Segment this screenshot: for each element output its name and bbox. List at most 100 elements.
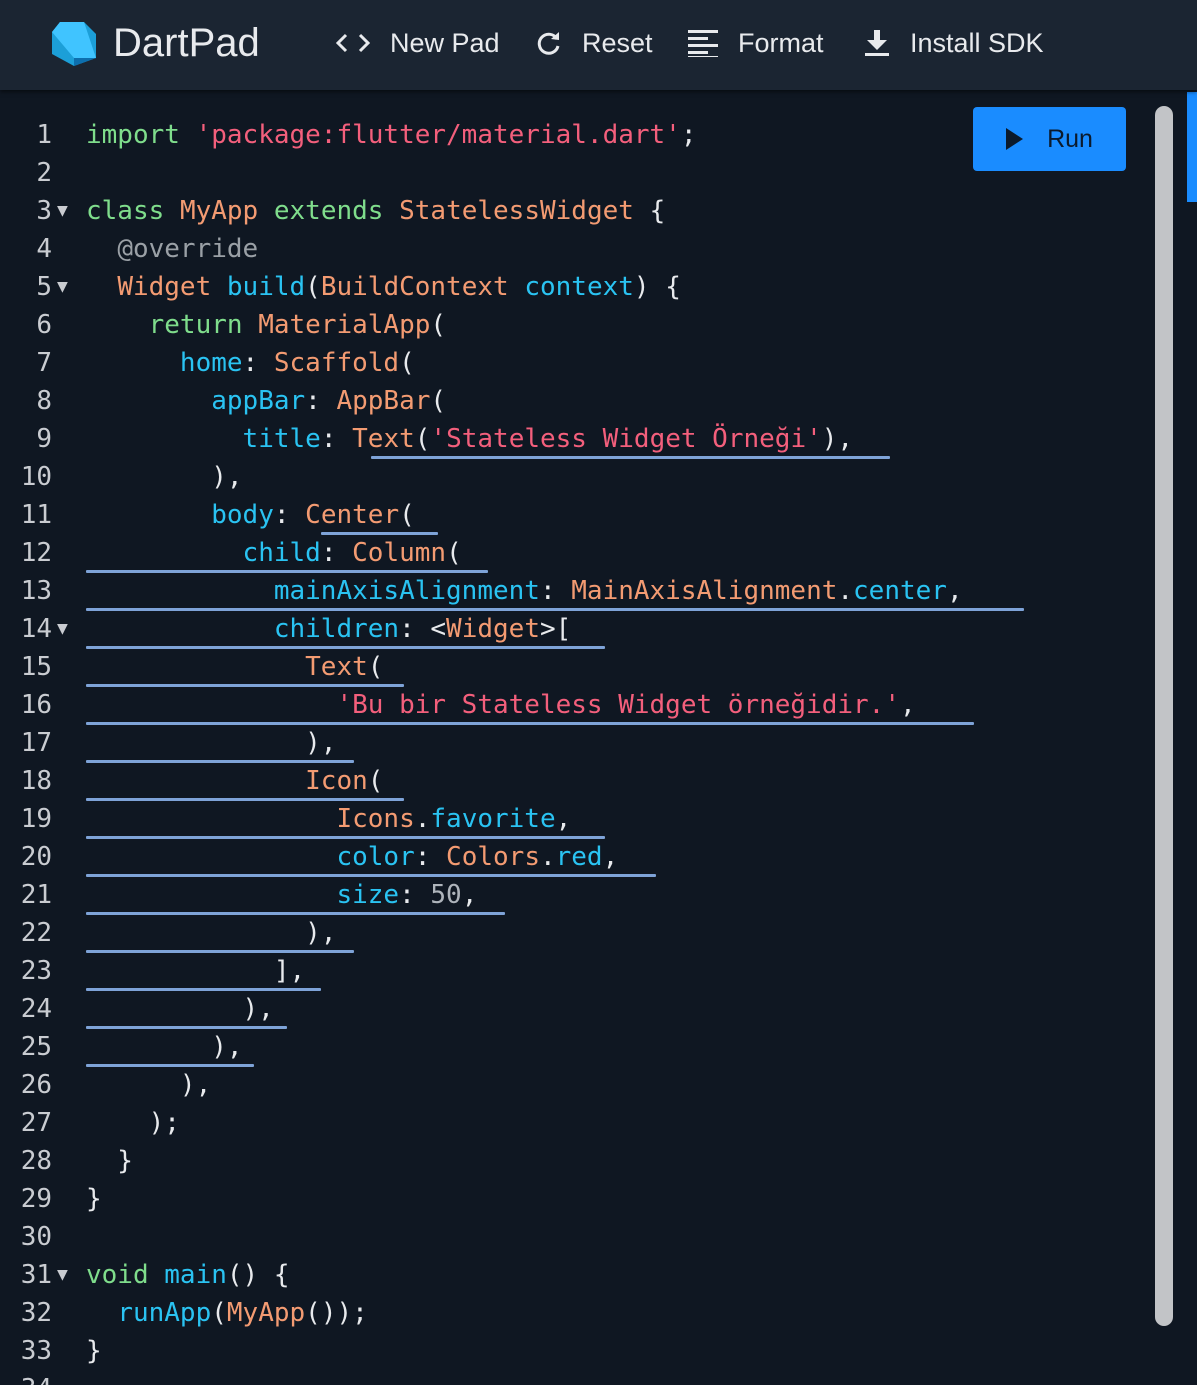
line-number: 16 [20,690,52,720]
gutter-line: 12 [0,534,80,572]
code-token: >[ [539,614,572,644]
code-token: { [633,196,666,226]
install-sdk-button[interactable]: Install SDK [864,20,1044,66]
line-number: 11 [20,500,52,530]
lint-underline [86,646,606,649]
code-token: : [242,348,274,378]
code-line: } [86,1180,102,1218]
line-number: 13 [20,576,52,606]
code-token: ( [211,1298,227,1328]
line-number: 10 [20,462,52,492]
code-token: ), [86,1070,212,1100]
gutter-line: 5 ▼ [0,268,80,306]
code-line: void main() { [86,1256,290,1294]
gutter-line: 4 [0,230,80,268]
code-token: ( [414,424,431,454]
code-token: , [461,880,478,910]
code-token: : [273,500,306,530]
code-line: Text( [86,648,383,686]
line-number: 14 [20,614,52,644]
gutter-line: 25 [0,1028,80,1066]
gutter-line: 31 ▼ [0,1256,80,1294]
format-button[interactable]: Format [688,20,824,66]
run-label: Run [1047,124,1093,153]
code-token: ( [399,500,415,530]
code-brackets-icon [336,31,370,55]
line-number: 17 [20,728,52,758]
gutter-line: 34 [0,1370,80,1385]
code-line: home: Scaffold( [86,344,415,382]
code-line: color: Colors.red, [86,838,618,876]
code-token: AppBar [336,386,431,416]
code-token: ; [680,120,697,150]
code-token: Text [305,652,368,682]
gutter-line: 13 [0,572,80,610]
page-scrollbar[interactable] [1183,92,1197,1385]
code-token: ( [305,272,321,302]
code-token: favorite [430,804,556,834]
code-token: child [242,538,321,568]
code-token: : [305,386,337,416]
code-token: class [86,196,165,226]
gutter-line: 3 ▼ [0,192,80,230]
line-number: 5 [36,272,52,302]
page-scroll-thumb[interactable] [1187,92,1197,202]
code-token: ), [86,728,337,758]
code-token: center [853,576,947,606]
line-number: 22 [20,918,52,948]
code-token: ); [86,1108,180,1138]
code-token: ()); [305,1298,368,1328]
code-token: Scaffold [273,348,400,378]
code-token: MyApp [179,196,259,226]
code-line: body: Center( [86,496,415,534]
code-token: 'Stateless Widget Örneği' [430,424,822,454]
lint-underline [86,950,354,953]
fold-toggle-icon[interactable]: ▼ [57,1256,68,1294]
lint-underline [320,532,438,535]
code-token: build [226,272,306,302]
code-token: , [555,804,572,834]
reset-button[interactable]: Reset [536,20,653,66]
line-number: 8 [36,386,52,416]
code-token: Text [352,424,415,454]
lint-underline [86,760,354,763]
code-line: child: Column( [86,534,462,572]
top-toolbar: DartPad New Pad Reset Format Install SDK [0,0,1197,90]
gutter-line: 22 [0,914,80,952]
download-icon [864,29,890,57]
run-button[interactable]: Run [973,107,1126,171]
editor-scrollbar[interactable] [1155,106,1173,1326]
code-token: ), [86,994,274,1024]
code-line: 'Bu bir Stateless Widget örneğidir.', [86,686,915,724]
code-line: class MyApp extends StatelessWidget { [86,192,665,230]
code-line: @override [86,230,258,268]
lint-underline [86,608,1024,611]
fold-toggle-icon[interactable]: ▼ [57,192,68,230]
install-sdk-label: Install SDK [910,27,1044,58]
code-editor[interactable]: 1 2 3 ▼ 4 5 ▼ 6 7 8 9 10 11 12 13 14 ▼ 15 16 17 18 19 20 21 22 23… [0,92,1183,1385]
gutter-line: 8 [0,382,80,420]
line-number: 34 [0,1370,52,1385]
lint-underline [86,912,505,915]
code-token: ( [367,766,384,796]
new-pad-button[interactable]: New Pad [336,20,500,66]
code-line: ], [86,952,305,990]
fold-toggle-icon[interactable]: ▼ [57,610,68,648]
code-token: Colors [446,842,540,872]
code-line: ), [86,914,336,952]
code-token: size [336,880,400,910]
gutter-line: 9 [0,420,80,458]
code-token: : [320,424,353,454]
gutter-line: 29 [0,1180,80,1218]
fold-toggle-icon[interactable]: ▼ [57,268,68,306]
code-token: MyApp [226,1298,306,1328]
format-label: Format [738,27,824,58]
